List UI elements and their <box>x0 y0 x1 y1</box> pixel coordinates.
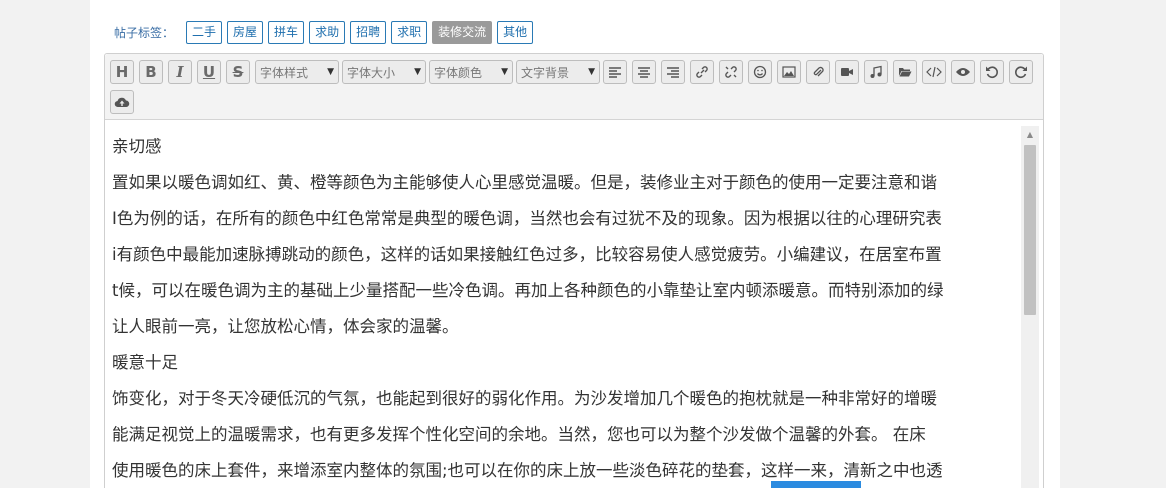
tag-decoration-exchange[interactable]: 装修交流 <box>432 20 493 44</box>
heading-button[interactable]: H <box>110 60 134 84</box>
scroll-up-arrow-icon[interactable]: ▲ <box>1021 126 1039 142</box>
open-folder-button[interactable] <box>893 60 917 84</box>
redo-button[interactable] <box>1009 60 1033 84</box>
undo-icon <box>986 66 998 78</box>
cloud-upload-button[interactable] <box>110 90 134 114</box>
emoji-button[interactable] <box>748 60 772 84</box>
rich-text-editor: H B I U S 字体样式 ▼ 字体大小 ▼ 字体颜色 ▼ 文字背景 ▼ 亲切… <box>104 53 1044 488</box>
font-size-select[interactable]: 字体大小 ▼ <box>342 60 426 84</box>
cloud-upload-icon <box>114 97 130 108</box>
content-line: 暖意十足 <box>112 353 178 372</box>
tag-other[interactable]: 其他 <box>497 20 534 44</box>
link-icon <box>696 66 708 78</box>
align-left-icon <box>609 67 621 78</box>
align-right-icon <box>667 67 679 78</box>
content-line: 让人眼前一亮，让您放松心情，体会家的温馨。 <box>112 317 459 336</box>
content-line: 使用暖色的床上套件，来增添室内整体的氛围;也可以在你的床上放一些淡色碎花的垫套，… <box>112 461 943 480</box>
chevron-down-icon: ▼ <box>327 67 334 77</box>
chevron-down-icon: ▼ <box>501 67 508 77</box>
preview-button[interactable] <box>951 60 975 84</box>
font-size-label: 字体大小 <box>347 65 396 80</box>
link-button[interactable] <box>690 60 714 84</box>
video-camera-icon <box>841 68 853 76</box>
insert-audio-button[interactable] <box>864 60 888 84</box>
font-color-select[interactable]: 字体颜色 ▼ <box>429 60 513 84</box>
scrollbar-thumb[interactable] <box>1024 145 1036 315</box>
content-line: i有颜色中最能加速脉搏跳动的颜色，这样的话如果接触红色过多，比较容易使人感觉疲劳… <box>112 245 942 264</box>
selection-highlight <box>771 481 861 488</box>
content-line: 饰变化，对于冬天冷硬低沉的气氛，也能起到很好的弱化作用。为沙发增加几个暖色的抱枕… <box>112 389 937 408</box>
content-line: 置如果以暖色调如红、黄、橙等颜色为主能够使人心里感觉温暖。但是，装修业主对于颜色… <box>112 173 937 192</box>
text-background-label: 文字背景 <box>521 65 570 80</box>
music-note-icon <box>870 65 882 78</box>
tag-carpool[interactable]: 拼车 <box>268 20 305 44</box>
eye-icon <box>956 68 970 76</box>
font-color-label: 字体颜色 <box>434 65 483 80</box>
source-code-button[interactable] <box>922 60 946 84</box>
italic-button[interactable]: I <box>168 60 192 84</box>
align-left-button[interactable] <box>603 60 627 84</box>
strikethrough-button[interactable]: S <box>226 60 250 84</box>
attachment-button[interactable] <box>806 60 830 84</box>
content-line: 能满足视觉上的温暖需求，也有更多发挥个性化空间的余地。当然，您也可以为整个沙发做… <box>112 425 926 444</box>
image-icon <box>782 66 796 78</box>
redo-icon <box>1015 66 1027 78</box>
unlink-icon <box>725 66 737 78</box>
chevron-down-icon: ▼ <box>414 67 421 77</box>
tag-job-seeking[interactable]: 求职 <box>391 20 428 44</box>
chevron-down-icon: ▼ <box>588 67 595 77</box>
smiley-icon <box>753 65 767 79</box>
undo-button[interactable] <box>980 60 1004 84</box>
insert-image-button[interactable] <box>777 60 801 84</box>
post-tags-row: 帖子标签： 二手 房屋 拼车 求助 招聘 求职 装修交流 其他 <box>114 20 538 44</box>
bold-button[interactable]: B <box>139 60 163 84</box>
tag-secondhand[interactable]: 二手 <box>186 20 223 44</box>
tag-help[interactable]: 求助 <box>309 20 346 44</box>
align-center-icon <box>638 67 650 78</box>
content-line: t候，可以在暖色调为主的基础上少量搭配一些冷色调。再加上各种颜色的小靠垫让室内顿… <box>112 281 944 300</box>
align-right-button[interactable] <box>661 60 685 84</box>
font-style-select[interactable]: 字体样式 ▼ <box>255 60 339 84</box>
post-tags-label: 帖子标签： <box>114 25 175 40</box>
editor-content-area[interactable]: 亲切感 置如果以暖色调如红、黄、橙等颜色为主能够使人心里感觉温暖。但是，装修业主… <box>105 120 1021 488</box>
underline-button[interactable]: U <box>197 60 221 84</box>
content-line: I色为例的话，在所有的颜色中红色常常是典型的暖色调，当然也会有过犹不及的现象。因… <box>112 209 942 228</box>
vertical-scrollbar[interactable]: ▲ <box>1021 126 1039 488</box>
editor-toolbar: H B I U S 字体样式 ▼ 字体大小 ▼ 字体颜色 ▼ 文字背景 ▼ <box>105 54 1043 120</box>
unlink-button[interactable] <box>719 60 743 84</box>
content-line: 亲切感 <box>112 137 162 156</box>
folder-open-icon <box>899 68 912 77</box>
insert-video-button[interactable] <box>835 60 859 84</box>
tag-hiring[interactable]: 招聘 <box>350 20 387 44</box>
align-center-button[interactable] <box>632 60 656 84</box>
font-style-label: 字体样式 <box>260 65 309 80</box>
text-background-select[interactable]: 文字背景 ▼ <box>516 60 600 84</box>
tag-housing[interactable]: 房屋 <box>227 20 264 44</box>
code-icon <box>926 66 942 78</box>
paperclip-icon <box>813 66 824 77</box>
